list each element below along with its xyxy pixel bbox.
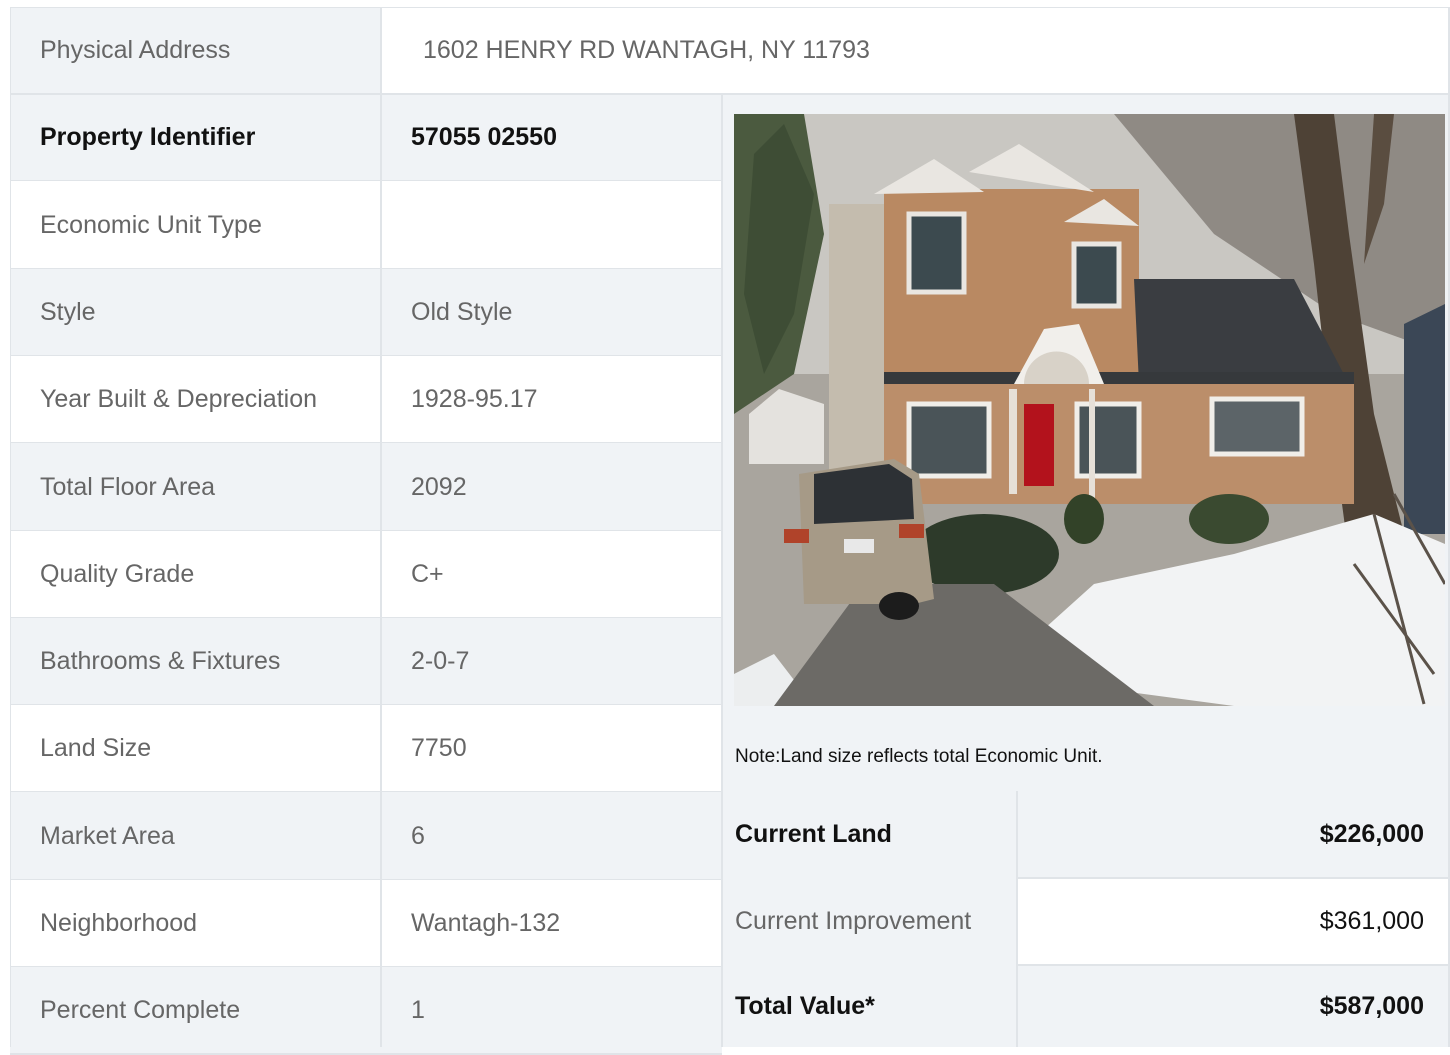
address-value: 1602 HENRY RD WANTAGH, NY 11793 <box>381 7 1450 94</box>
address-label: Physical Address <box>10 7 381 94</box>
grid-line <box>721 94 723 1047</box>
value-amount: $361,000 <box>1017 878 1450 965</box>
row-value: 1928-95.17 <box>381 356 722 443</box>
row-label: Bathrooms & Fixtures <box>10 618 381 705</box>
value-amount: $587,000 <box>1017 965 1450 1047</box>
grid-line <box>1017 877 1450 879</box>
row-value: Old Style <box>381 269 722 356</box>
grid-line <box>1016 791 1018 1047</box>
row-label: Style <box>10 269 381 356</box>
grid-line <box>10 7 11 1047</box>
row-label: Total Floor Area <box>10 443 381 531</box>
row-value: 1 <box>381 967 722 1054</box>
row-label: Quality Grade <box>10 531 381 618</box>
property-photo <box>734 114 1445 706</box>
row-value: C+ <box>381 531 722 618</box>
row-value: Wantagh-132 <box>381 880 722 967</box>
row-label: Economic Unit Type <box>10 181 381 269</box>
row-value: 2092 <box>381 443 722 531</box>
grid-line <box>1017 964 1450 966</box>
grid-line <box>10 7 1450 8</box>
value-label: Current Land <box>722 791 1017 878</box>
row-label: Year Built & Depreciation <box>10 356 381 443</box>
row-label: Market Area <box>10 792 381 880</box>
value-amount: $226,000 <box>1017 791 1450 878</box>
row-value: 6 <box>381 792 722 880</box>
row-label: Neighborhood <box>10 880 381 967</box>
row-value: 2-0-7 <box>381 618 722 705</box>
grid-line <box>380 7 382 1047</box>
land-size-note: Note:Land size reflects total Economic U… <box>735 746 1103 767</box>
row-value <box>381 181 722 269</box>
value-label: Current Improvement <box>722 878 1017 965</box>
row-label: Percent Complete <box>10 967 381 1054</box>
row-label: Land Size <box>10 705 381 792</box>
row-label: Property Identifier <box>10 94 381 181</box>
value-label: Total Value* <box>722 965 1017 1047</box>
grid-line <box>10 93 1450 95</box>
row-value: 7750 <box>381 705 722 792</box>
row-value: 57055 02550 <box>381 94 722 181</box>
